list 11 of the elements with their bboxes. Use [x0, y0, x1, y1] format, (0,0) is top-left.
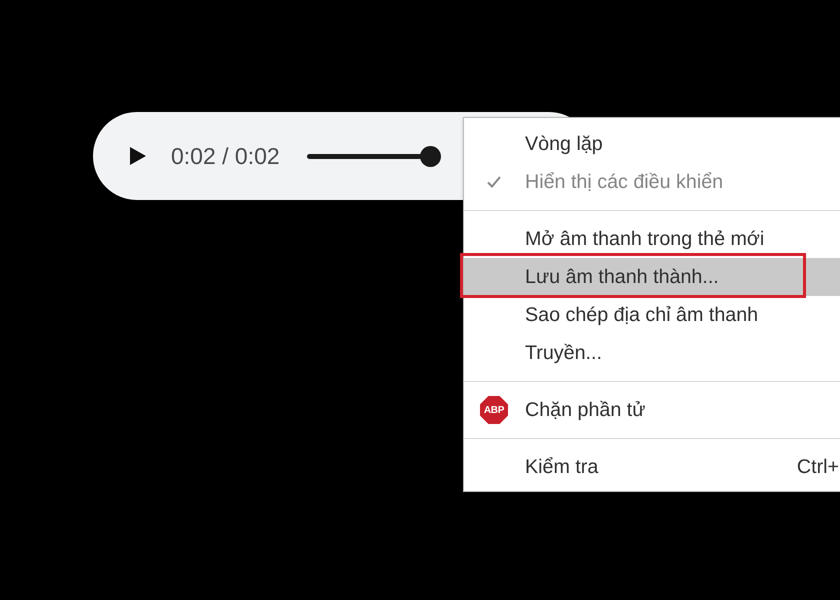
menu-item[interactable]: Mở âm thanh trong thẻ mới: [464, 220, 840, 258]
menu-item[interactable]: Vòng lặp: [464, 125, 840, 163]
menu-item[interactable]: Kiểm tra Ctrl+: [464, 448, 840, 486]
octagon-logo-icon: ABP: [480, 396, 508, 424]
time-display: 0:02 / 0:02: [171, 142, 280, 170]
menu-item[interactable]: ABP Chặn phần tử: [464, 391, 840, 429]
slider-thumb[interactable]: [420, 146, 441, 166]
menu-item[interactable]: Truyền...: [464, 334, 840, 372]
play-icon: [130, 147, 146, 165]
menu-item[interactable]: Sao chép địa chỉ âm thanh: [464, 296, 840, 334]
shortcut-label: Ctrl+: [796, 456, 840, 478]
